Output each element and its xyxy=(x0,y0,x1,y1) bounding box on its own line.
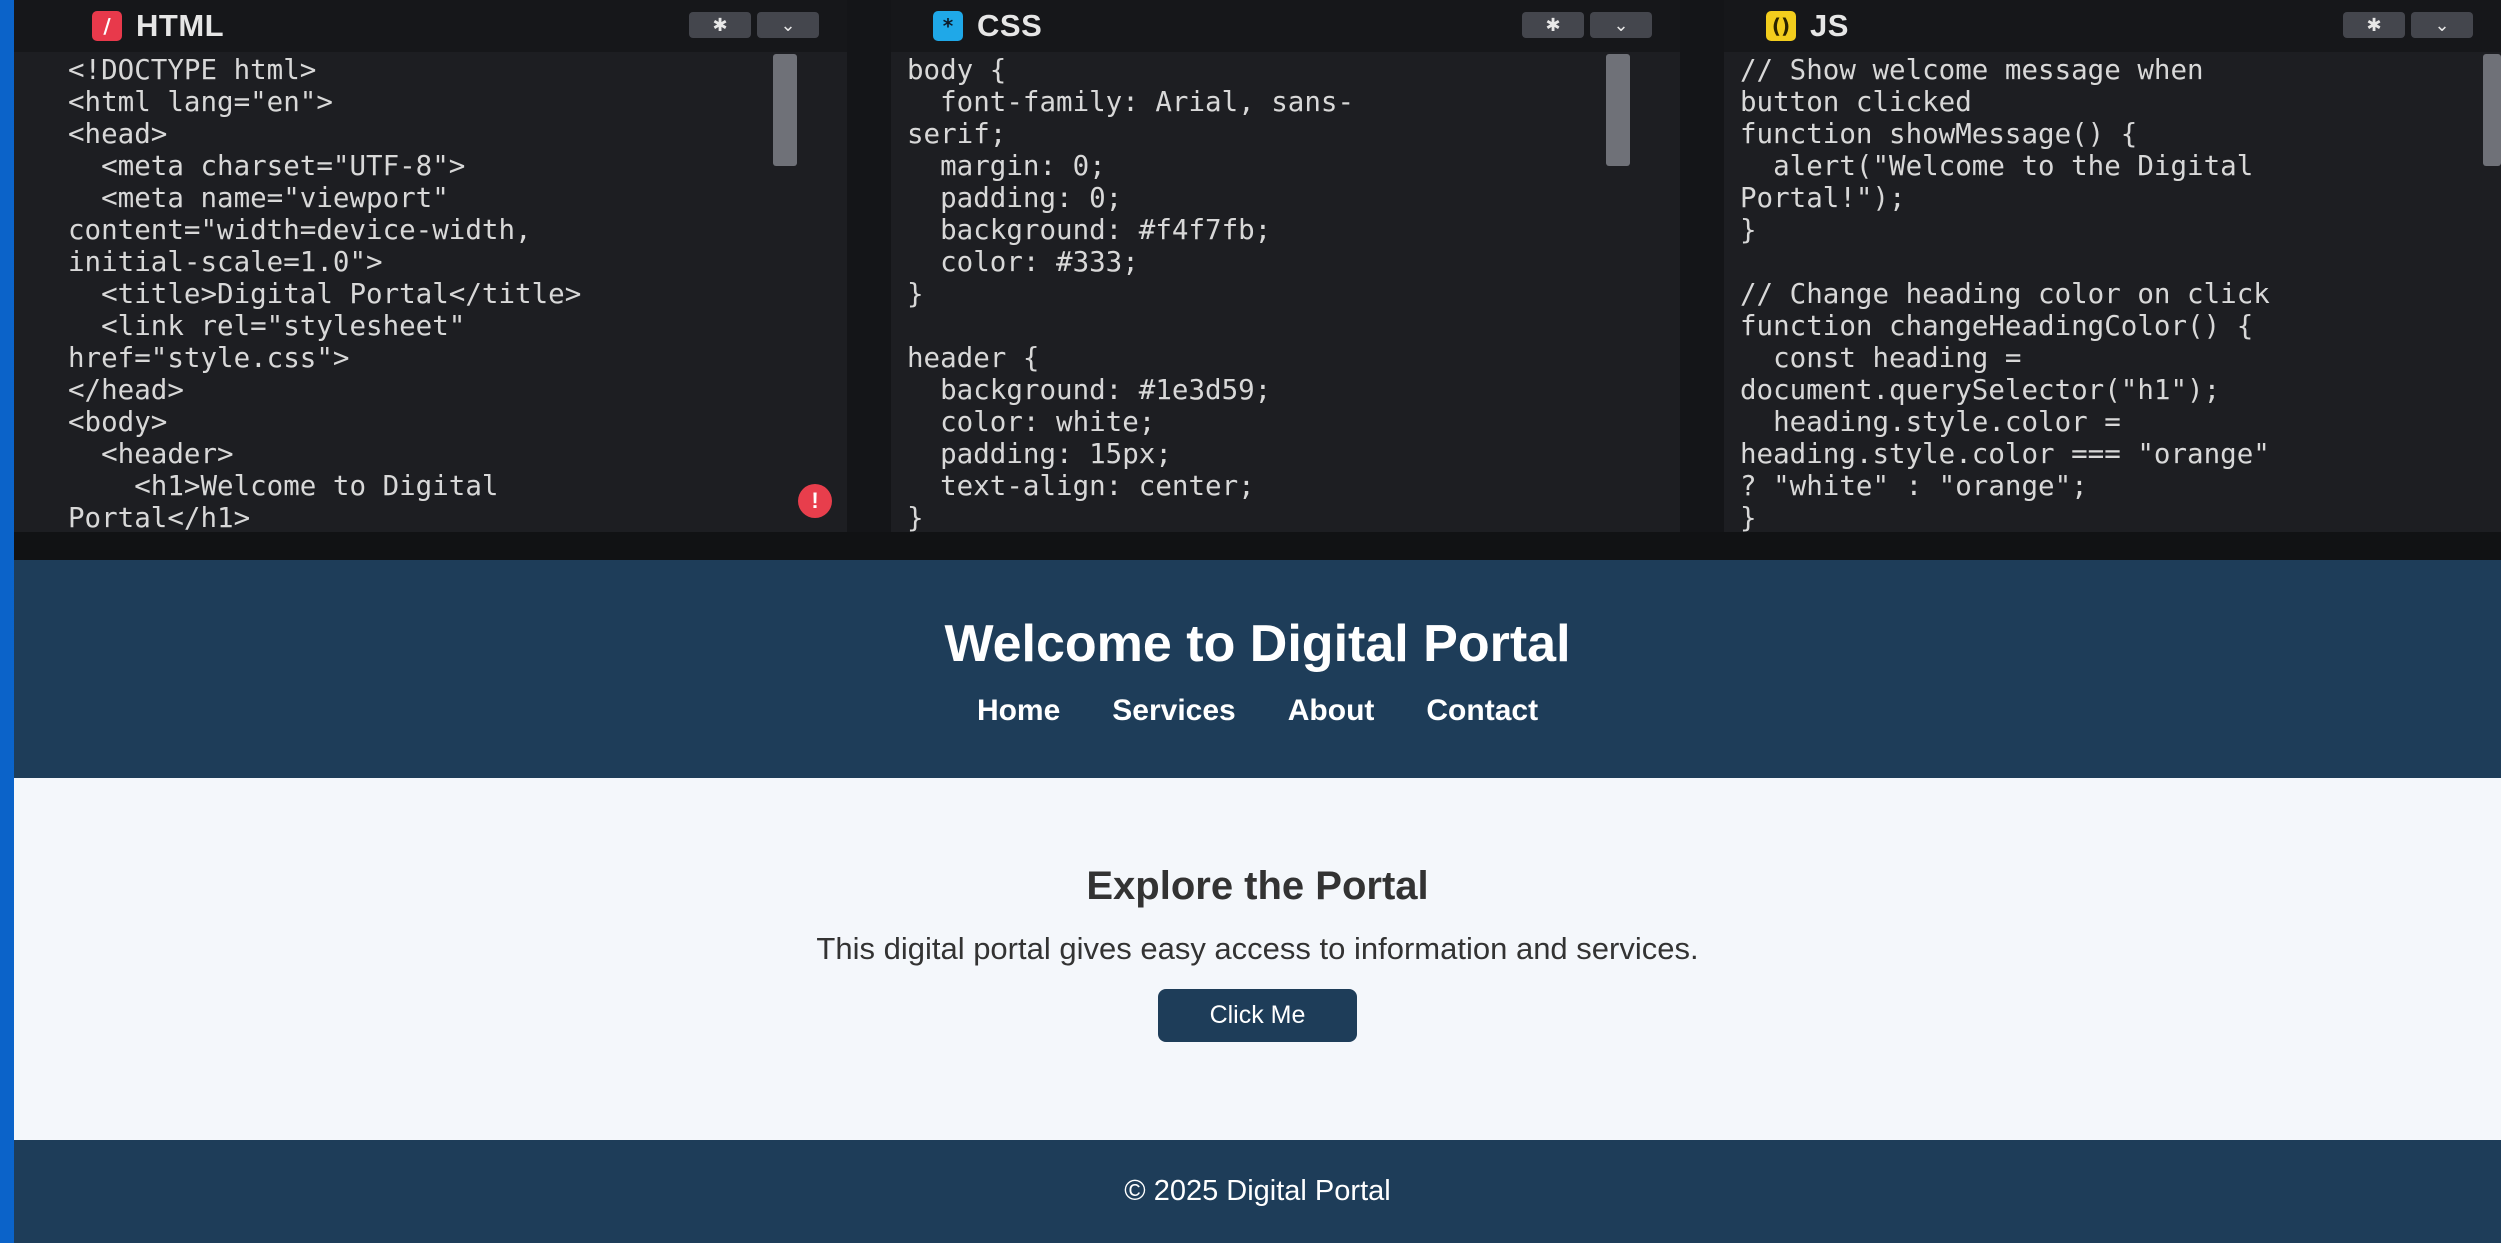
click-me-button[interactable]: Click Me xyxy=(1157,989,1358,1042)
js-panel-header: () JS ✱ ⌄ xyxy=(1724,0,2501,52)
html-code-editor[interactable]: <!DOCTYPE html> <html lang="en"> <head> … xyxy=(68,54,827,532)
css-badge-icon: * xyxy=(933,11,963,41)
main-section: Explore the Portal This digital portal g… xyxy=(14,778,2501,1140)
css-editor-panel: * CSS ✱ ⌄ body { font-family: Arial, san… xyxy=(891,0,1724,532)
js-editor-panel: () JS ✱ ⌄ // Show welcome message when b… xyxy=(1724,0,2501,532)
error-icon[interactable]: ! xyxy=(798,484,832,518)
html-panel-title: HTML xyxy=(136,8,225,43)
chevron-down-icon: ⌄ xyxy=(780,14,796,36)
site-footer: © 2025 Digital Portal xyxy=(14,1140,2501,1243)
footer-copyright: © 2025 Digital Portal xyxy=(1124,1175,1391,1207)
nav-link-services[interactable]: Services xyxy=(1112,694,1235,728)
css-settings-button[interactable]: ✱ xyxy=(1522,12,1584,38)
nav-link-contact[interactable]: Contact xyxy=(1426,694,1538,728)
css-collapse-button[interactable]: ⌄ xyxy=(1590,12,1652,38)
css-scrollbar[interactable] xyxy=(1606,54,1630,166)
site-nav: Home Services About Contact xyxy=(14,694,2501,728)
section-title: Explore the Portal xyxy=(1086,864,1429,908)
nav-link-about[interactable]: About xyxy=(1288,694,1375,728)
js-collapse-button[interactable]: ⌄ xyxy=(2411,12,2473,38)
site-header: Welcome to Digital Portal Home Services … xyxy=(14,560,2501,778)
css-code-editor[interactable]: body { font-family: Arial, sans- serif; … xyxy=(907,54,1660,532)
html-collapse-button[interactable]: ⌄ xyxy=(757,12,819,38)
codepen-app: / HTML ✱ ⌄ <!DOCTYPE html> <html lang="e… xyxy=(14,0,2501,1243)
js-scrollbar[interactable] xyxy=(2483,54,2501,166)
js-badge-icon: () xyxy=(1766,11,1796,41)
gear-icon: ✱ xyxy=(712,14,728,36)
chevron-down-icon: ⌄ xyxy=(2434,14,2450,36)
html-editor-panel: / HTML ✱ ⌄ <!DOCTYPE html> <html lang="e… xyxy=(14,0,891,532)
gear-icon: ✱ xyxy=(2366,14,2382,36)
css-panel-header: * CSS ✱ ⌄ xyxy=(891,0,1680,52)
html-settings-button[interactable]: ✱ xyxy=(689,12,751,38)
nav-link-home[interactable]: Home xyxy=(977,694,1060,728)
gear-icon: ✱ xyxy=(1545,14,1561,36)
js-panel-title: JS xyxy=(1810,8,1849,43)
js-code-editor[interactable]: // Show welcome message when button clic… xyxy=(1740,54,2481,532)
editor-area: / HTML ✱ ⌄ <!DOCTYPE html> <html lang="e… xyxy=(14,0,2501,560)
site-title[interactable]: Welcome to Digital Portal xyxy=(14,560,2501,674)
html-panel-header: / HTML ✱ ⌄ xyxy=(14,0,847,52)
html-badge-icon: / xyxy=(92,11,122,41)
js-settings-button[interactable]: ✱ xyxy=(2343,12,2405,38)
css-panel-title: CSS xyxy=(977,8,1043,43)
section-text: This digital portal gives easy access to… xyxy=(816,931,1699,966)
result-preview: Welcome to Digital Portal Home Services … xyxy=(14,560,2501,1243)
html-scrollbar[interactable] xyxy=(773,54,797,166)
chevron-down-icon: ⌄ xyxy=(1613,14,1629,36)
